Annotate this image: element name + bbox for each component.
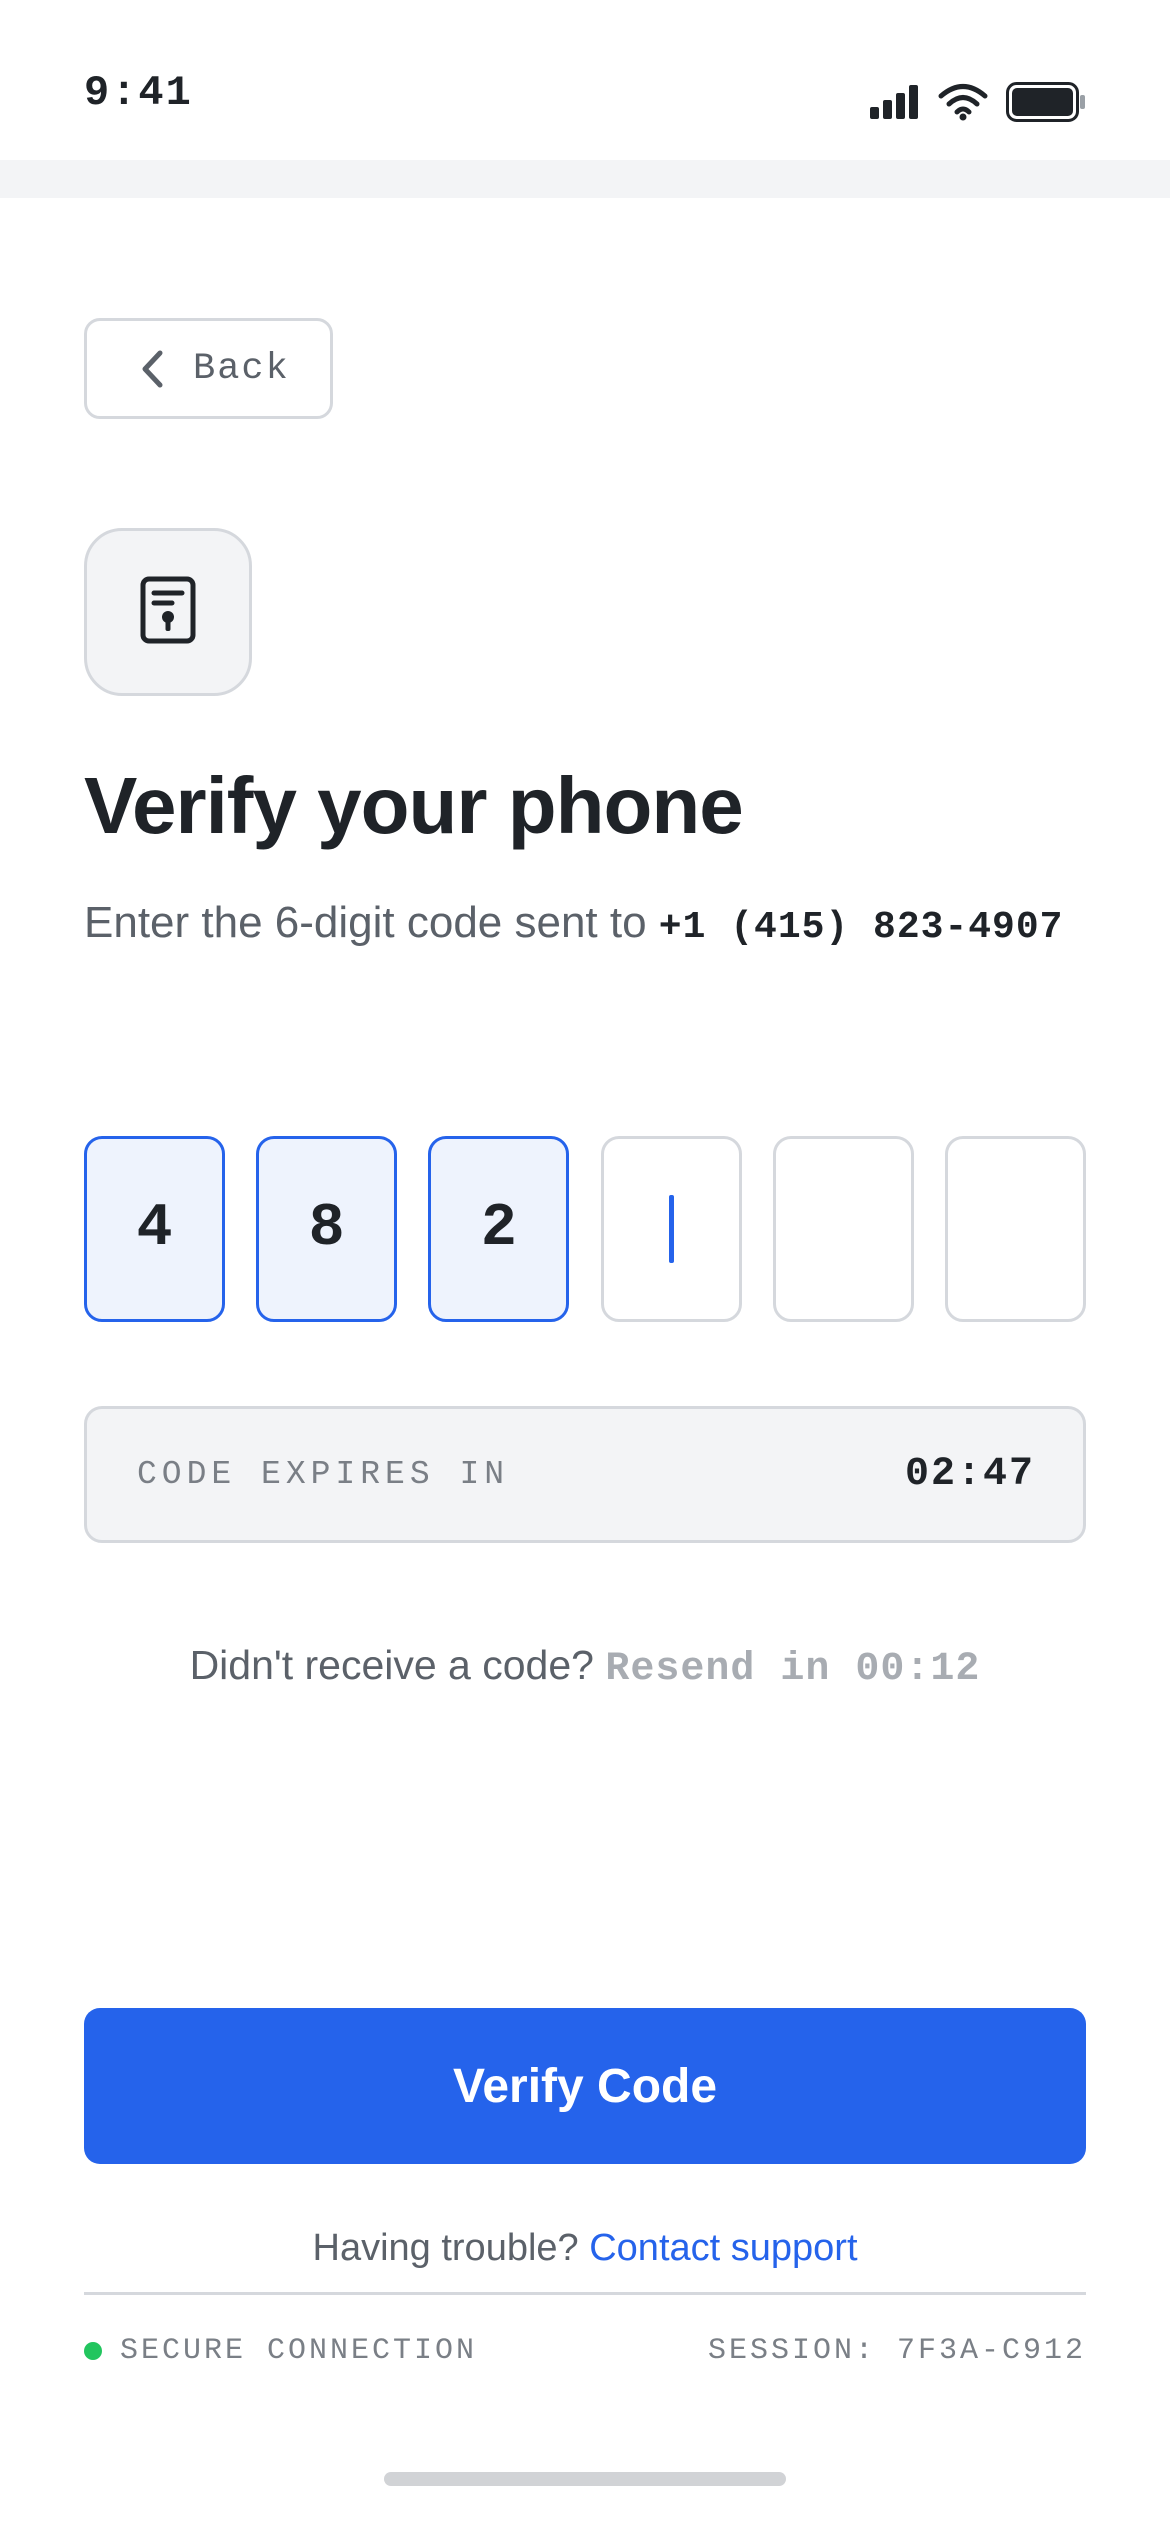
status-icons: [870, 80, 1086, 124]
signal-bars-icon: [870, 85, 920, 119]
status-time: 9:41: [84, 69, 193, 117]
timer-label: CODE EXPIRES IN: [137, 1456, 510, 1493]
help-prompt: Having trouble?: [312, 2227, 590, 2269]
back-button[interactable]: Back: [84, 318, 333, 419]
document-lock-icon: [140, 576, 196, 649]
resend-prompt: Didn't receive a code?: [189, 1642, 606, 1688]
resend-countdown: Resend in 00:12: [605, 1647, 981, 1692]
back-label: Back: [193, 347, 290, 390]
secure-connection: SECURE CONNECTION: [84, 2334, 477, 2368]
wifi-icon: [938, 83, 988, 121]
subtitle-text: Enter the 6-digit code sent to: [84, 898, 659, 947]
secure-label: SECURE CONNECTION: [120, 2334, 478, 2368]
home-indicator[interactable]: [384, 2472, 786, 2486]
code-digit-box-2[interactable]: 8: [256, 1136, 398, 1322]
subtitle: Enter the 6-digit code sent to +1 (415) …: [84, 888, 1084, 963]
code-digit-box-4[interactable]: [600, 1136, 742, 1322]
header-icon-tile: [84, 528, 252, 696]
code-digit-box-6[interactable]: [944, 1136, 1086, 1322]
chevron-left-icon: [139, 349, 165, 389]
code-digit-box-1[interactable]: 4: [84, 1136, 225, 1322]
resend-line: Didn't receive a code? Resend in 00:12: [0, 1636, 1170, 1699]
contact-support-link[interactable]: Contact support: [589, 2227, 857, 2269]
secure-status-dot: [84, 2342, 102, 2360]
battery-icon: [1006, 82, 1086, 122]
status-bar: 9:41: [0, 0, 1170, 160]
phone-number: +1 (415) 823-4907: [658, 906, 1064, 949]
verify-phone-screen: 9:41 Back Verify your phone Enter the 6-…: [0, 0, 1170, 2532]
code-input-row: 4 8 2: [84, 1136, 1086, 1322]
top-divider-band: [0, 160, 1170, 198]
timer-value: 02:47: [904, 1452, 1035, 1497]
footer-divider: [84, 2292, 1086, 2295]
code-digit-box-5[interactable]: [772, 1136, 914, 1322]
code-expiry-timer: CODE EXPIRES IN 02:47: [84, 1406, 1086, 1543]
page-title: Verify your phone: [84, 761, 744, 850]
footer: SECURE CONNECTION SESSION: 7F3A-C912: [84, 2328, 1086, 2374]
verify-code-button[interactable]: Verify Code: [84, 2008, 1086, 2164]
text-cursor: [668, 1195, 674, 1263]
help-line: Having trouble? Contact support: [0, 2220, 1170, 2276]
code-digit-box-3[interactable]: 2: [428, 1136, 570, 1322]
session-id: SESSION: 7F3A-C912: [707, 2334, 1086, 2368]
